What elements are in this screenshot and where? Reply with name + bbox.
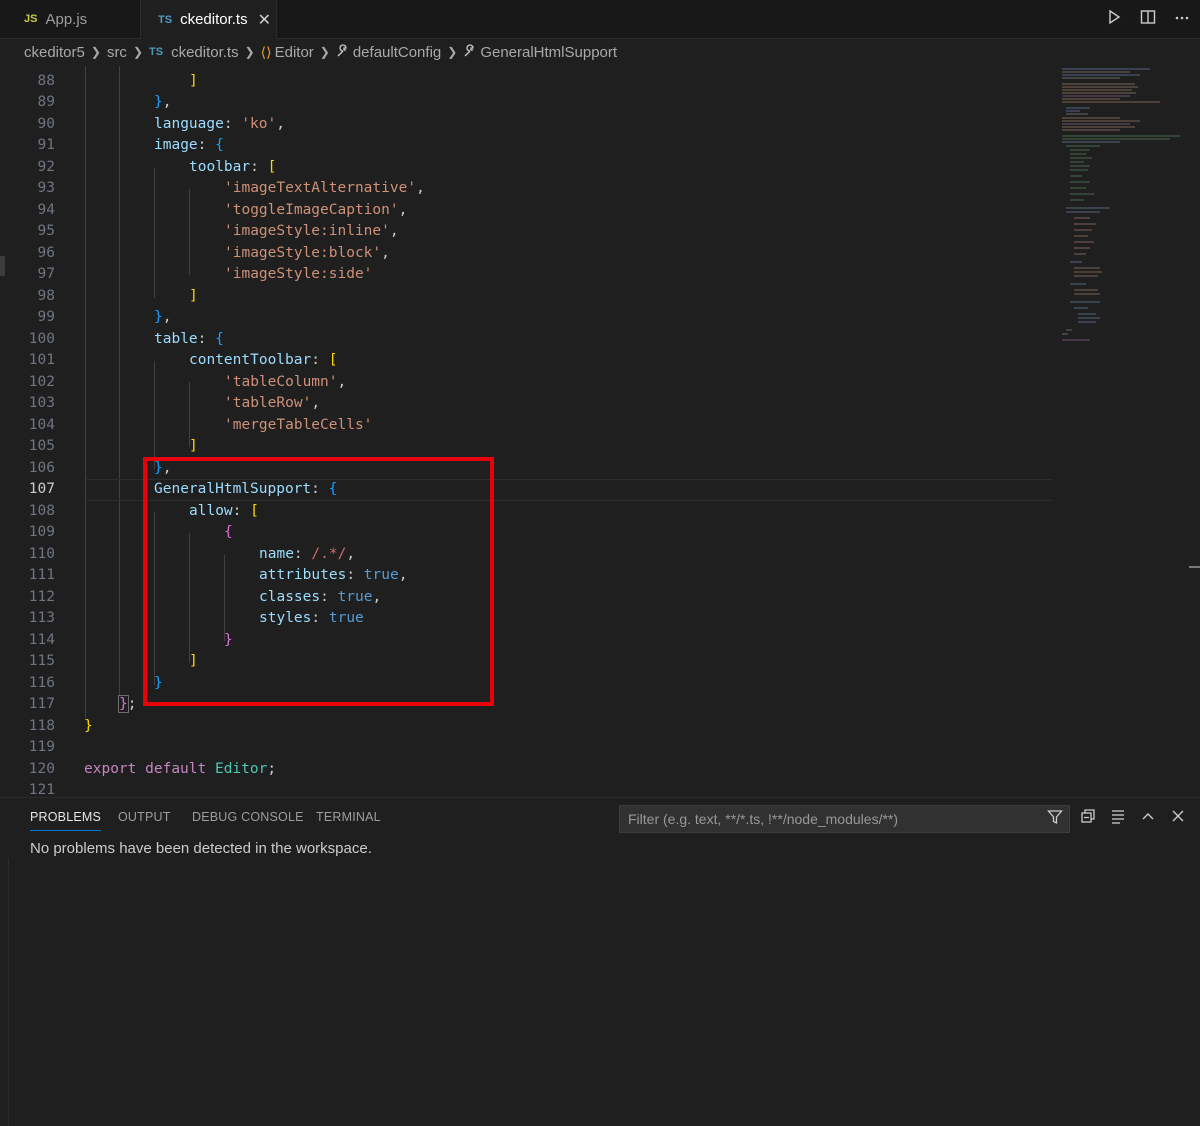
chevron-right-icon: ❯ <box>244 45 255 59</box>
bottom-panel: PROBLEMS OUTPUT DEBUG CONSOLE TERMINAL F… <box>0 797 1200 1126</box>
panel-divider <box>8 858 9 1126</box>
chevron-right-icon: ❯ <box>90 45 101 59</box>
filter-icon[interactable] <box>1047 809 1063 829</box>
code-line: 105] <box>28 438 198 454</box>
panel-actions <box>1080 808 1186 829</box>
run-icon[interactable] <box>1106 9 1122 30</box>
javascript-file-icon: JS <box>24 13 38 25</box>
close-icon[interactable]: ✕ <box>258 10 271 30</box>
more-actions-icon[interactable] <box>1174 9 1190 30</box>
collapse-all-icon[interactable] <box>1080 808 1096 829</box>
code-line: 94'toggleImageCaption', <box>37 202 408 218</box>
code-line: 98] <box>37 288 198 304</box>
code-line: 114} <box>28 632 233 648</box>
code-line: 118} <box>28 718 93 734</box>
code-line: 116} <box>28 675 163 691</box>
chevron-right-icon: ❯ <box>132 45 143 59</box>
editor-actions <box>1106 0 1190 38</box>
typescript-file-icon: TS <box>149 46 164 58</box>
split-editor-icon[interactable] <box>1140 9 1156 30</box>
tab-problems[interactable]: PROBLEMS <box>30 810 102 831</box>
tab-output[interactable]: OUTPUT <box>118 810 171 824</box>
code-line: 110 name: /.*/, <box>28 546 356 562</box>
code-line: 113 styles: true <box>28 610 364 626</box>
tab-ckeditor-ts[interactable]: TS ckeditor.ts ✕ <box>141 0 277 39</box>
tab-terminal[interactable]: TERMINAL <box>316 810 381 824</box>
property-icon <box>336 43 350 61</box>
filter-placeholder: Filter (e.g. text, **/*.ts, !**/node_mod… <box>628 811 899 827</box>
code-line: 88] <box>37 73 198 89</box>
code-line: 89}, <box>37 94 172 110</box>
problems-message: No problems have been detected in the wo… <box>30 840 372 857</box>
code-line: 93'imageTextAlternative', <box>37 180 425 196</box>
code-line: 99}, <box>37 309 172 325</box>
code-line: 102'tableColumn', <box>28 374 347 390</box>
code-editor[interactable]: 88] 89}, 90 language: 'ko', 91 image: { 92… <box>0 66 1200 796</box>
code-line: 121 <box>28 782 55 796</box>
code-line: 109{ <box>28 524 233 540</box>
code-line: 90 language: 'ko', <box>37 116 285 132</box>
minimap[interactable] <box>1060 66 1190 346</box>
chevron-right-icon: ❯ <box>319 45 330 59</box>
tab-label: App.js <box>45 10 88 28</box>
property-icon <box>463 43 477 61</box>
code-line: 112 classes: true, <box>28 589 382 605</box>
chevron-right-icon: ❯ <box>447 45 458 59</box>
code-line: 117}; <box>28 695 137 713</box>
problems-filter-input[interactable]: Filter (e.g. text, **/*.ts, !**/node_mod… <box>619 805 1070 833</box>
code-line: 100 table: { <box>28 331 224 347</box>
code-line: 107 GeneralHtmlSupport: { <box>28 481 338 497</box>
breadcrumb-item[interactable]: ckeditor.ts <box>171 44 239 61</box>
editor-tab-bar: JS App.js TS ckeditor.ts ✕ <box>0 0 1200 39</box>
code-line: 103'tableRow', <box>28 395 321 411</box>
breadcrumb-item[interactable]: defaultConfig <box>353 44 441 61</box>
code-line: 106}, <box>28 460 172 476</box>
code-line: 115] <box>28 653 198 669</box>
tab-label: ckeditor.ts <box>180 11 248 28</box>
breadcrumb-item[interactable]: src <box>107 44 127 61</box>
code-line: 111 attributes: true, <box>28 567 408 583</box>
breadcrumb-item[interactable]: GeneralHtmlSupport <box>480 44 617 61</box>
code-line: 96'imageStyle:block', <box>37 245 390 261</box>
class-icon: ⟨⟩ <box>260 43 272 60</box>
breadcrumb: ckeditor5 ❯ src ❯ TS ckeditor.ts ❯ ⟨⟩ Ed… <box>0 39 1200 65</box>
typescript-file-icon: TS <box>158 13 173 26</box>
code-line: 120 export default Editor; <box>28 761 277 777</box>
tab-debug-console[interactable]: DEBUG CONSOLE <box>192 810 304 824</box>
close-panel-icon[interactable] <box>1170 808 1186 829</box>
code-line: 92 toolbar: [ <box>37 159 277 175</box>
code-line: 119 <box>28 739 55 755</box>
code-line: 95'imageStyle:inline', <box>37 223 399 239</box>
tab-app-js[interactable]: JS App.js <box>0 0 141 38</box>
code-line: 91 image: { <box>37 137 224 153</box>
breadcrumb-item[interactable]: Editor <box>275 44 314 61</box>
scrollbar-marker <box>1189 566 1200 568</box>
code-line: 101 contentToolbar: [ <box>28 352 338 368</box>
code-line: 108 allow: [ <box>28 503 259 519</box>
code-line: 104'mergeTableCells' <box>28 417 373 433</box>
code-line: 97'imageStyle:side' <box>37 266 373 282</box>
view-as-list-icon[interactable] <box>1110 808 1126 829</box>
maximize-panel-icon[interactable] <box>1140 808 1156 829</box>
breadcrumb-item[interactable]: ckeditor5 <box>24 44 85 61</box>
